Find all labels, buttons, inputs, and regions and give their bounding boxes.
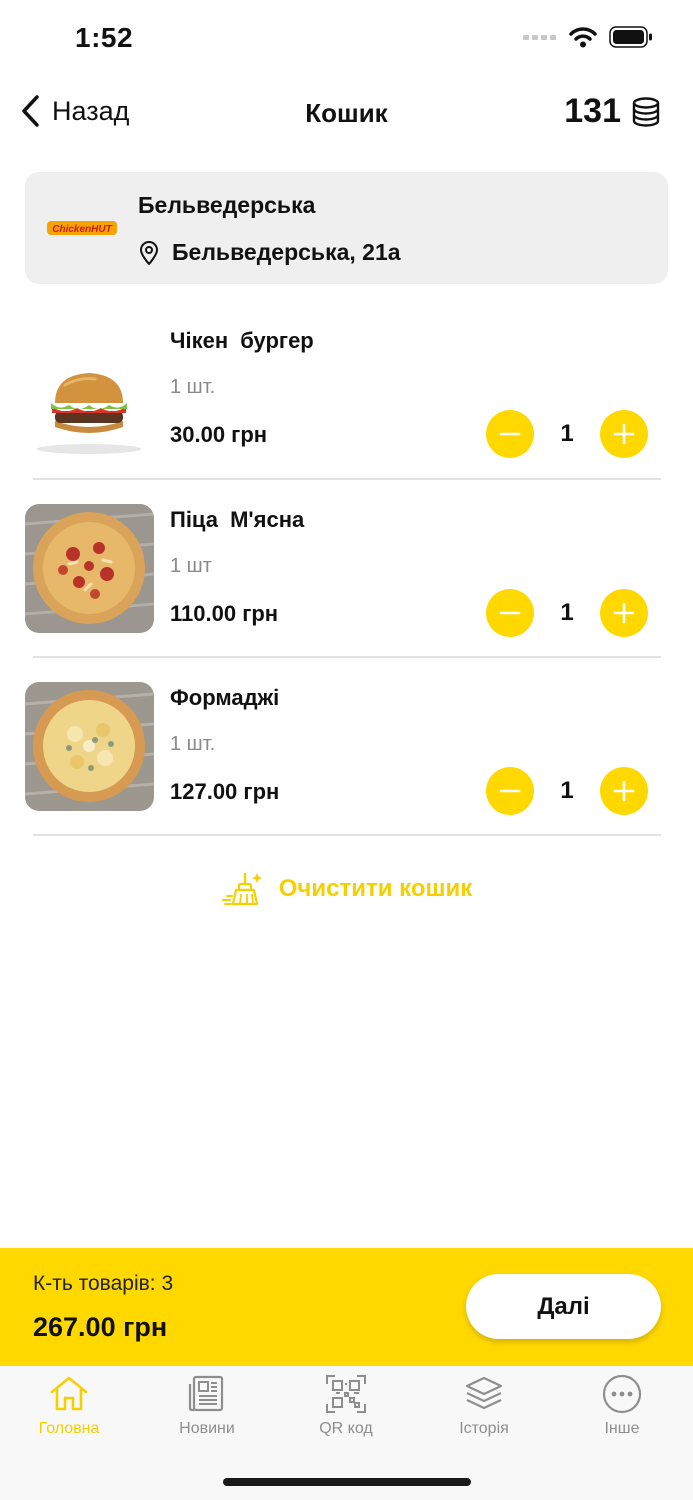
minus-icon [499,611,521,615]
quantity-stepper: 1 [486,589,648,637]
tab-label: Головна [38,1420,100,1437]
tab-qr[interactable]: QR код [277,1374,415,1454]
increase-button[interactable] [600,589,648,637]
points-balance[interactable]: 131 [564,92,661,131]
meat-pizza-image [25,504,154,633]
location-pin-icon [140,240,158,265]
chicken-hut-logo: ChickenHUT [47,221,117,235]
item-price: 127.00 грн [170,779,280,804]
layers-icon [465,1376,503,1410]
quantity-value: 1 [560,777,574,804]
store-address-text: Бельведерська, 21а [172,239,401,265]
quantity-value: 1 [560,420,574,447]
increase-button[interactable] [600,767,648,815]
cart-item: Чікен бургер 1 шт. 30.00 грн 1 [0,300,693,478]
battery-icon [609,26,652,48]
order-summary: К-ть товарів: 3 267.00 грн Далі [0,1248,693,1366]
cart-item: Формаджі 1 шт. 127.00 грн 1 [0,657,693,835]
divider [33,834,661,836]
tab-history[interactable]: Історія [415,1374,553,1454]
news-icon [188,1375,224,1412]
home-indicator [223,1478,471,1486]
increase-button[interactable] [600,410,648,458]
tab-label: Новини [179,1420,235,1437]
order-total: 267.00 грн [33,1312,168,1342]
svg-text:ChickenHUT: ChickenHUT [52,224,112,235]
more-icon [602,1374,642,1414]
quantity-value: 1 [560,599,574,626]
clear-cart-button[interactable]: Очистити кошик [0,870,693,908]
clear-cart-label: Очистити кошик [278,875,473,902]
status-icons [523,26,653,48]
item-price: 110.00 грн [170,601,279,626]
decrease-button[interactable] [486,410,534,458]
tab-label: Історія [459,1420,509,1437]
minus-icon [499,432,521,436]
nav-bar: Назад Кошик 131 [0,80,693,146]
store-address: Бельведерська, 21а [138,239,401,266]
plus-icon [613,602,635,624]
decrease-button[interactable] [486,589,534,637]
item-name: Формаджі [170,685,280,710]
item-name: Чікен бургер [170,328,314,353]
item-unit: 1 шт. [170,733,216,755]
tab-label: QR код [319,1420,373,1437]
status-time: 1:52 [75,22,134,53]
item-unit: 1 шт [170,555,212,577]
wifi-icon [569,27,597,48]
points-value: 131 [564,92,621,130]
quantity-stepper: 1 [486,767,648,815]
qr-code-icon [326,1375,366,1413]
quantity-stepper: 1 [486,410,648,458]
item-name: Піца М'ясна [170,507,305,532]
tab-more[interactable]: Інше [553,1374,691,1454]
item-price: 30.00 грн [170,422,268,447]
tab-home[interactable]: Головна [0,1374,138,1454]
next-button[interactable]: Далі [466,1274,661,1339]
decrease-button[interactable] [486,767,534,815]
cheese-pizza-image [25,682,154,811]
signal-icon [523,35,556,40]
items-count: К-ть товарів: 3 [33,1272,174,1295]
burger-image [25,325,154,454]
coins-icon [632,96,660,127]
cart-item: Піца М'ясна 1 шт 110.00 грн 1 [0,479,693,657]
item-unit: 1 шт. [170,376,216,398]
minus-icon [499,789,521,793]
broom-icon [221,872,262,906]
status-bar: 1:52 [0,0,693,80]
store-card[interactable]: ChickenHUT Бельведерська Бельведерська, … [25,172,668,284]
tab-news[interactable]: Новини [138,1374,276,1454]
plus-icon [613,780,635,802]
tab-label: Інше [604,1420,640,1437]
home-icon [50,1376,88,1411]
store-name: Бельведерська [138,192,316,218]
plus-icon [613,423,635,445]
